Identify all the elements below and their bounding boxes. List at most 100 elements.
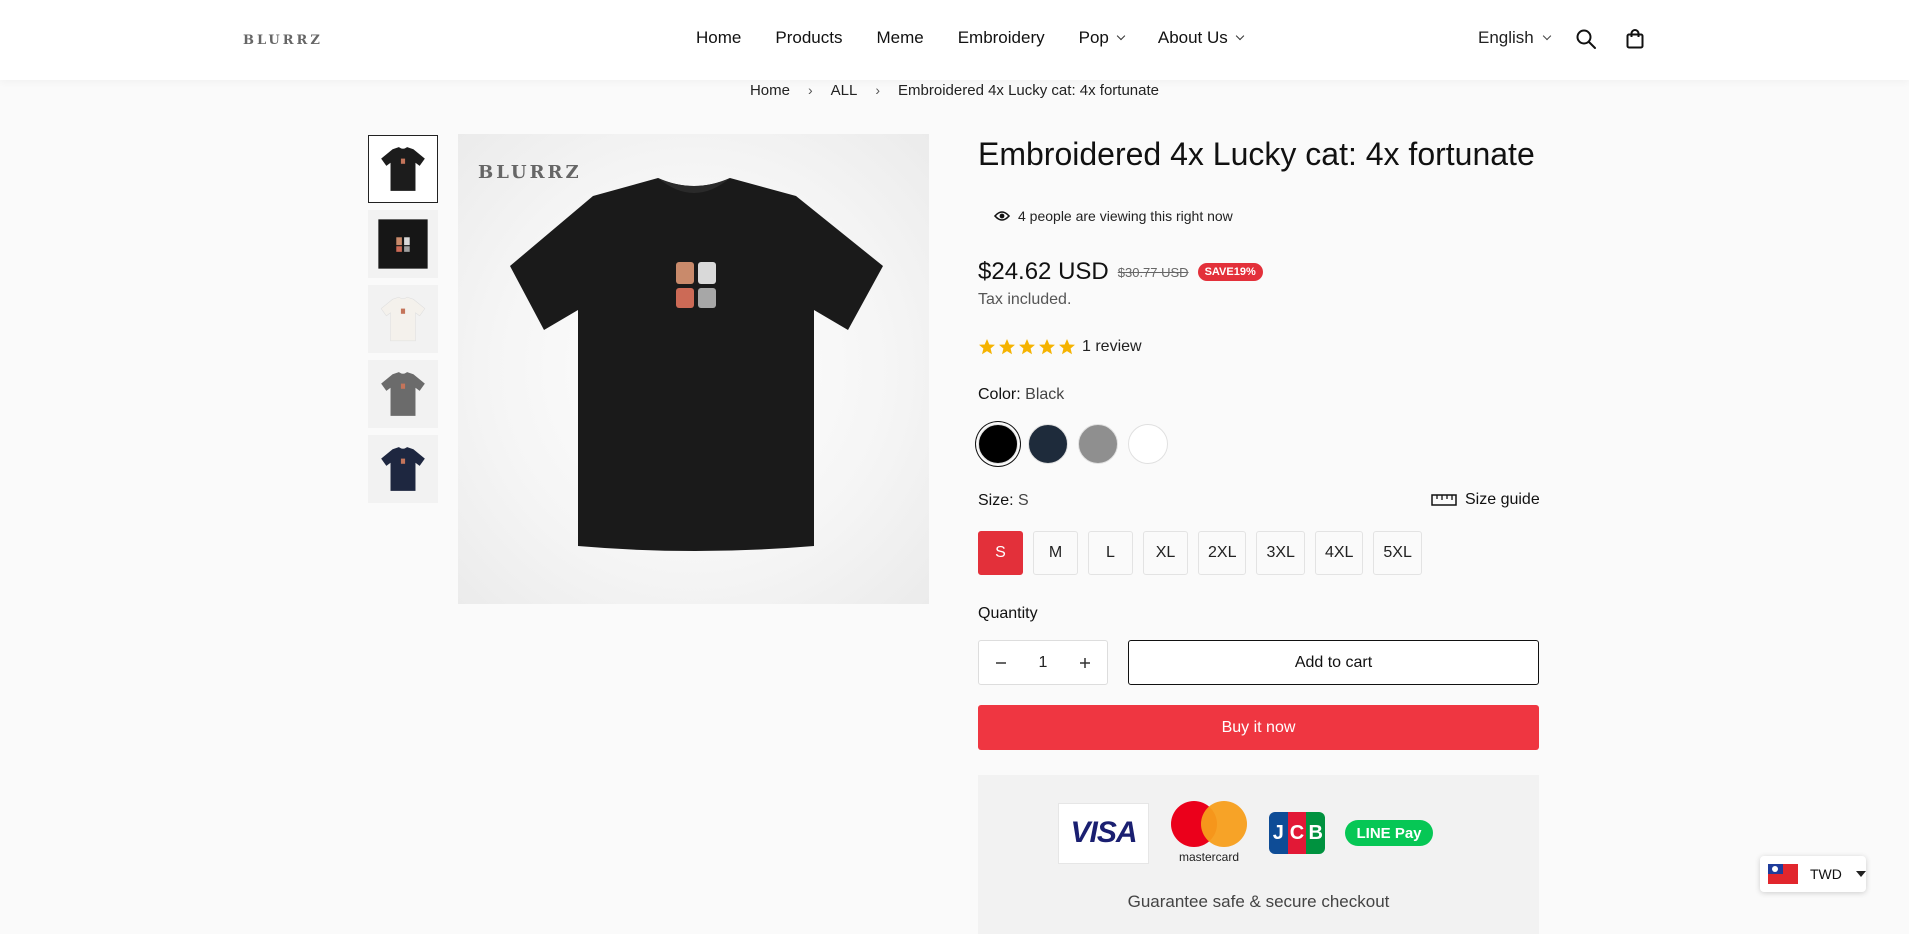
size-option-5xl[interactable]: 5XL: [1373, 531, 1422, 575]
star-rating: [978, 338, 1078, 356]
jcb-logo: J C B: [1269, 812, 1325, 854]
nav-item-meme[interactable]: Meme: [876, 28, 923, 48]
currency-selector[interactable]: TWD: [1760, 856, 1866, 892]
size-option-2xl[interactable]: 2XL: [1198, 531, 1247, 575]
language-label: English: [1478, 28, 1534, 47]
color-value: Black: [1025, 386, 1065, 403]
site-header: BLURRZ Home Products Meme Embroidery Pop…: [0, 0, 1909, 80]
eye-icon: [994, 211, 1010, 221]
size-option-4xl[interactable]: 4XL: [1314, 531, 1364, 575]
store-logo[interactable]: BLURRZ: [243, 33, 323, 48]
save-badge: SAVE19%: [1197, 263, 1263, 281]
sale-price: $24.62 USD: [978, 258, 1109, 285]
jcb-letter: C: [1287, 812, 1307, 854]
product-title: Embroidered 4x Lucky cat: 4x fortunate: [978, 136, 1535, 172]
nav-label: Embroidery: [957, 28, 1045, 47]
star-icon: [1059, 339, 1075, 355]
nav-label: About Us: [1157, 28, 1228, 47]
viewing-notice: 4 people are viewing this right now: [994, 208, 1233, 224]
size-label-row: Size: S: [978, 492, 1029, 510]
size-option-m[interactable]: M: [1033, 531, 1078, 575]
thumbnail-white[interactable]: [368, 285, 438, 353]
visa-logo: VISA: [1058, 802, 1149, 864]
mastercard-label: mastercard: [1178, 850, 1240, 864]
minus-icon: [996, 661, 1006, 664]
breadcrumb: Home › ALL › Embroidered 4x Lucky cat: 4…: [0, 82, 1909, 99]
payment-logos: VISA mastercard J C B LINE Pay: [1058, 801, 1433, 865]
swatch-grey[interactable]: [1078, 424, 1118, 464]
chevron-right-icon: ›: [875, 82, 881, 98]
color-label: Color:: [978, 386, 1021, 403]
size-option-xl[interactable]: XL: [1143, 531, 1188, 575]
jcb-letter: J: [1269, 812, 1288, 854]
buy-it-now-button[interactable]: Buy it now: [978, 705, 1539, 750]
thumbnail-list: [368, 135, 438, 510]
linepay-logo: LINE Pay: [1345, 820, 1433, 846]
nav-item-products[interactable]: Products: [775, 28, 842, 48]
breadcrumb-home[interactable]: Home: [750, 82, 790, 99]
ruler-icon: [1431, 494, 1457, 506]
nav-label: Pop: [1078, 28, 1109, 47]
add-to-cart-button[interactable]: Add to cart: [1128, 640, 1539, 685]
size-option-3xl[interactable]: 3XL: [1256, 531, 1305, 575]
nav-label: Products: [775, 28, 843, 47]
thumbnail-navy[interactable]: [368, 435, 438, 503]
nav-label: Meme: [876, 28, 924, 47]
thumbnail-black[interactable]: [368, 135, 438, 203]
currency-code: TWD: [1810, 866, 1842, 882]
search-icon[interactable]: [1575, 28, 1597, 50]
star-icon: [979, 339, 995, 355]
plus-icon: [1080, 657, 1090, 668]
main-nav: Home Products Meme Embroidery Pop About …: [696, 28, 1277, 48]
size-option-l[interactable]: L: [1088, 531, 1133, 575]
price-row: $24.62 USD $30.77 USD SAVE19%: [978, 258, 1263, 286]
size-guide-label: Size guide: [1465, 491, 1540, 508]
swatch-navy[interactable]: [1028, 424, 1068, 464]
star-icon: [999, 339, 1015, 355]
viewing-text: 4 people are viewing this right now: [1018, 208, 1233, 224]
quantity-label: Quantity: [978, 605, 1038, 622]
swatch-black[interactable]: [978, 424, 1018, 464]
color-label-row: Color: Black: [978, 386, 1064, 404]
review-count: 1 review: [1082, 338, 1142, 355]
jcb-letter: B: [1306, 812, 1325, 854]
quantity-stepper: [978, 640, 1108, 685]
tshirt-image: [510, 178, 883, 551]
size-guide-link[interactable]: Size guide: [1431, 491, 1540, 509]
nav-item-pop[interactable]: Pop: [1078, 28, 1126, 48]
tax-note: Tax included.: [978, 291, 1072, 308]
breadcrumb-current: Embroidered 4x Lucky cat: 4x fortunate: [898, 82, 1160, 99]
language-selector[interactable]: English: [1478, 28, 1552, 48]
thumbnail-grey[interactable]: [368, 360, 438, 428]
quantity-input[interactable]: [1023, 653, 1063, 672]
chevron-right-icon: ›: [807, 82, 813, 98]
decrease-quantity-button[interactable]: [979, 640, 1023, 685]
breadcrumb-all[interactable]: ALL: [831, 82, 858, 99]
chevron-down-icon: [1542, 31, 1552, 41]
compare-price: $30.77 USD: [1117, 264, 1189, 280]
main-product-image[interactable]: BLURRZ: [458, 134, 929, 604]
nav-label: Home: [696, 28, 742, 47]
swatch-white[interactable]: [1128, 424, 1168, 464]
star-icon: [1039, 339, 1055, 355]
size-options: S M L XL 2XL 3XL 4XL 5XL: [978, 531, 1422, 575]
star-icon: [1019, 339, 1035, 355]
payment-methods-panel: VISA mastercard J C B LINE Pay Guarantee…: [978, 775, 1539, 934]
nav-item-home[interactable]: Home: [696, 28, 741, 48]
size-value: S: [1018, 492, 1029, 509]
increase-quantity-button[interactable]: [1063, 640, 1107, 685]
chevron-down-icon: [1235, 31, 1245, 41]
taiwan-flag-icon: [1768, 864, 1798, 884]
secure-checkout-note: Guarantee safe & secure checkout: [1127, 892, 1390, 911]
color-swatches: [978, 424, 1168, 464]
cart-icon[interactable]: [1624, 28, 1646, 50]
nav-item-about-us[interactable]: About Us: [1157, 28, 1245, 48]
caret-down-icon: [1855, 871, 1866, 877]
nav-item-embroidery[interactable]: Embroidery: [958, 28, 1045, 48]
size-option-s[interactable]: S: [978, 531, 1023, 575]
mastercard-logo: mastercard: [1169, 801, 1249, 865]
size-label: Size:: [978, 492, 1014, 509]
rating-summary[interactable]: 1 review: [978, 338, 1142, 356]
chevron-down-icon: [1116, 31, 1126, 41]
thumbnail-black-closeup[interactable]: [368, 210, 438, 278]
